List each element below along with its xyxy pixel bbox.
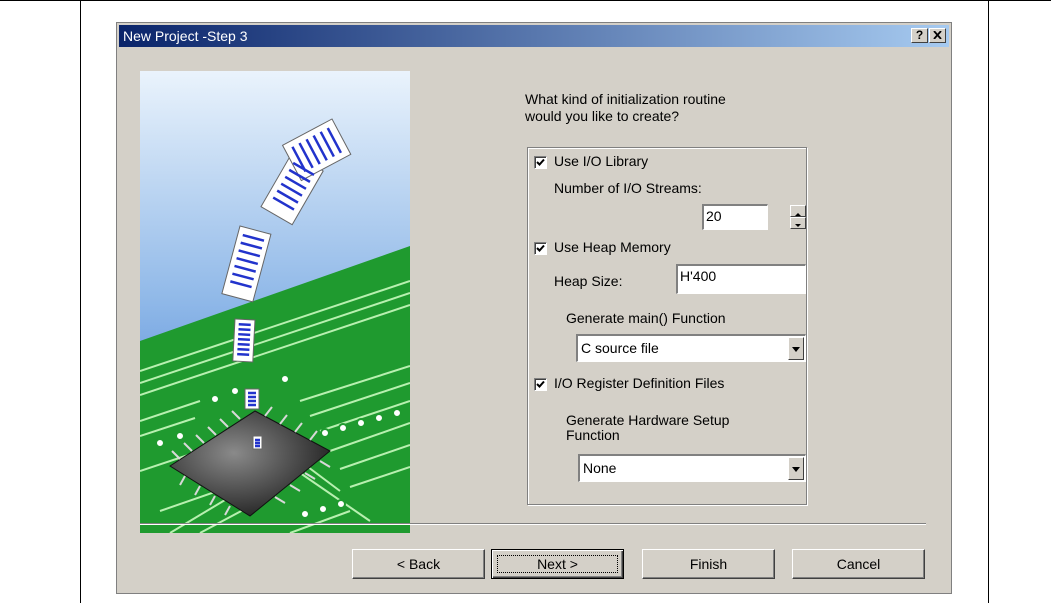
- chevron-down-icon: [792, 467, 800, 472]
- use-io-library-label[interactable]: Use I/O Library: [554, 153, 648, 169]
- hardware-setup-label: Generate Hardware Setup Function: [566, 412, 730, 443]
- close-button[interactable]: [929, 28, 946, 43]
- heap-size-label: Heap Size:: [554, 273, 623, 289]
- finish-button[interactable]: Finish: [642, 549, 775, 579]
- use-heap-memory-checkbox[interactable]: [534, 242, 547, 255]
- checkmark-icon: [536, 158, 545, 166]
- use-io-library-checkbox[interactable]: [534, 156, 547, 169]
- help-button[interactable]: ?: [911, 28, 928, 43]
- new-project-dialog: New Project -Step 3 ? What kind of initi…: [116, 22, 952, 594]
- main-function-dropdown-button[interactable]: [788, 337, 804, 360]
- io-streams-spin-down[interactable]: [790, 217, 806, 229]
- button-separator: [140, 523, 926, 525]
- cancel-button[interactable]: Cancel: [792, 549, 925, 579]
- use-heap-memory-label[interactable]: Use Heap Memory: [554, 239, 671, 255]
- hardware-setup-dropdown-button[interactable]: [788, 457, 804, 480]
- frame-right-line: [988, 0, 989, 603]
- wizard-illustration: [140, 71, 410, 533]
- io-register-files-label[interactable]: I/O Register Definition Files: [554, 375, 724, 391]
- io-streams-input[interactable]: 20: [702, 204, 768, 230]
- frame-left-line: [80, 0, 81, 603]
- frame-top-line: [0, 0, 1051, 1]
- pcb-chip-illustration: [140, 71, 410, 533]
- main-function-select[interactable]: C source file: [576, 334, 806, 362]
- hardware-setup-select[interactable]: None: [578, 454, 806, 482]
- main-function-label: Generate main() Function: [566, 310, 726, 326]
- io-register-files-checkbox[interactable]: [534, 378, 547, 391]
- chevron-down-icon: [792, 347, 800, 352]
- options-group: Use I/O Library Number of I/O Streams: 2…: [527, 147, 807, 505]
- main-function-value: C source file: [581, 340, 659, 356]
- prompt-text: What kind of initialization routine woul…: [525, 91, 726, 124]
- back-button[interactable]: < Back: [352, 549, 485, 579]
- checkmark-icon: [536, 380, 545, 388]
- dialog-title: New Project -Step 3: [123, 28, 248, 44]
- focus-rect: [497, 555, 618, 573]
- title-bar: New Project -Step 3 ?: [119, 25, 949, 47]
- io-streams-label: Number of I/O Streams:: [554, 180, 702, 196]
- close-icon: [933, 30, 942, 40]
- checkmark-icon: [536, 244, 545, 252]
- arrow-down-icon: [795, 224, 801, 227]
- next-button[interactable]: Next >: [491, 549, 624, 579]
- hardware-setup-value: None: [583, 460, 617, 476]
- io-streams-spin-up[interactable]: [790, 205, 806, 217]
- heap-size-input[interactable]: H'400: [676, 264, 806, 294]
